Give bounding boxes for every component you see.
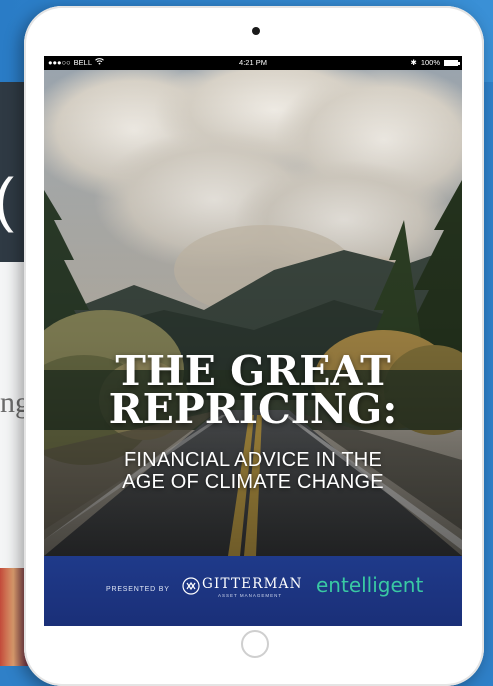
cover-subtitle: FINANCIAL ADVICE IN THE AGE OF CLIMATE C… xyxy=(44,449,462,493)
presented-by-label: PRESENTED BY xyxy=(106,586,170,593)
battery-icon xyxy=(444,59,460,66)
gitterman-logo-subtext: ASSET MANAGEMENT xyxy=(218,593,283,598)
cover-title-line2: REPRICING: xyxy=(108,385,398,433)
gitterman-logo-text: GITTERMAN xyxy=(202,576,303,592)
background-panel-glyph: ( xyxy=(0,170,14,230)
battery-percent: 100% xyxy=(420,58,440,67)
cover-subtitle-line1: FINANCIAL ADVICE IN THE xyxy=(124,449,382,471)
status-time: 4:21 PM xyxy=(239,58,267,67)
cover-subtitle-line2: AGE OF CLIMATE CHANGE xyxy=(122,471,384,493)
entelligent-logo-text: entelligent xyxy=(316,573,424,597)
tablet-device: ●●●○○ BELL 4:21 PM ✱ 100% THE GREAT REPR… xyxy=(24,6,484,686)
gitterman-logo-icon xyxy=(182,577,200,595)
camera-dot xyxy=(252,27,260,35)
bluetooth-icon: ✱ xyxy=(410,58,417,67)
cover-footer: PRESENTED BY GITTERMAN ASSET MANAGEMENT … xyxy=(44,556,462,626)
status-bar: ●●●○○ BELL 4:21 PM ✱ 100% xyxy=(44,56,462,70)
tablet-screen: ●●●○○ BELL 4:21 PM ✱ 100% THE GREAT REPR… xyxy=(44,56,462,626)
cover-title: THE GREAT REPRICING: xyxy=(44,351,462,433)
status-right: ✱ 100% xyxy=(410,58,460,67)
home-button[interactable] xyxy=(241,630,269,658)
